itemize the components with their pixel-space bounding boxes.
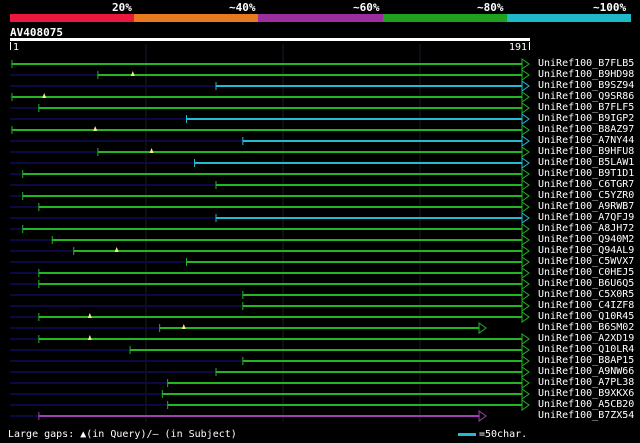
- hit-label[interactable]: UniRef100_Q10R45: [538, 311, 634, 322]
- hit-label[interactable]: UniRef100_A9RWB7: [538, 201, 634, 212]
- hit-end-arrow-icon: [521, 168, 530, 180]
- hit-end-arrow-icon: [521, 157, 530, 169]
- query-gap-marker-icon: [181, 324, 186, 329]
- hit-label[interactable]: UniRef100_C0HEJ5: [538, 267, 634, 278]
- hit-end-arrow-icon: [521, 113, 530, 125]
- hit-label[interactable]: UniRef100_C5X0R5: [538, 289, 634, 300]
- hit-label[interactable]: UniRef100_B9T1D1: [538, 168, 634, 179]
- hit-end-arrow-icon: [521, 58, 530, 70]
- hit-label[interactable]: UniRef100_B6SM02: [538, 322, 634, 333]
- hit-end-arrow-icon: [521, 399, 530, 411]
- query-gap-marker-icon: [130, 71, 135, 76]
- hit-label[interactable]: UniRef100_B9IGP2: [538, 113, 634, 124]
- hit-label[interactable]: UniRef100_A2XD19: [538, 333, 634, 344]
- hit-end-arrow-icon: [521, 69, 530, 81]
- hit-end-arrow-icon: [478, 322, 487, 334]
- query-gap-marker-icon: [87, 313, 92, 318]
- hit-label[interactable]: UniRef100_B8AP15: [538, 355, 634, 366]
- hit-label[interactable]: UniRef100_B5LAW1: [538, 157, 634, 168]
- hit-end-arrow-icon: [478, 410, 487, 422]
- hit-end-arrow-icon: [521, 245, 530, 257]
- hit-label[interactable]: UniRef100_B9HFU8: [538, 146, 634, 157]
- scale-label: =50char.: [479, 429, 528, 440]
- hit-label[interactable]: UniRef100_A5CB20: [538, 399, 634, 410]
- scale-line-icon: [458, 432, 476, 436]
- hit-label[interactable]: UniRef100_C6TGR7: [538, 179, 634, 190]
- hit-label[interactable]: UniRef100_C5YZR0: [538, 190, 634, 201]
- hit-end-arrow-icon: [521, 146, 530, 158]
- hit-end-arrow-icon: [521, 190, 530, 202]
- hit-label[interactable]: UniRef100_B8AZ97: [538, 124, 634, 135]
- hit-end-arrow-icon: [521, 267, 530, 279]
- hit-label[interactable]: UniRef100_A9NW66: [538, 366, 634, 377]
- query-gap-marker-icon: [149, 148, 154, 153]
- query-gap-marker-icon: [87, 335, 92, 340]
- hit-label[interactable]: UniRef100_Q940M2: [538, 234, 634, 245]
- hit-end-arrow-icon: [521, 91, 530, 103]
- hit-label[interactable]: UniRef100_Q10LR4: [538, 344, 634, 355]
- hit-label[interactable]: UniRef100_B9SZ94: [538, 80, 634, 91]
- hit-end-arrow-icon: [521, 212, 530, 224]
- hit-end-arrow-icon: [521, 179, 530, 191]
- hit-label[interactable]: UniRef100_Q9SR86: [538, 91, 634, 102]
- hit-end-arrow-icon: [521, 124, 530, 136]
- hit-end-arrow-icon: [521, 355, 530, 367]
- hit-end-arrow-icon: [521, 300, 530, 312]
- query-gap-marker-icon: [93, 126, 98, 131]
- hit-end-arrow-icon: [521, 223, 530, 235]
- hit-label[interactable]: UniRef100_B6U6Q5: [538, 278, 634, 289]
- hit-label[interactable]: UniRef100_A8JH72: [538, 223, 634, 234]
- hit-end-arrow-icon: [521, 102, 530, 114]
- hit-label[interactable]: UniRef100_B7ZX54: [538, 410, 634, 421]
- hit-label[interactable]: UniRef100_B7FLF5: [538, 102, 634, 113]
- hit-end-arrow-icon: [521, 278, 530, 290]
- query-gap-marker-icon: [114, 247, 119, 252]
- hit-label[interactable]: UniRef100_A7PL38: [538, 377, 634, 388]
- hit-label[interactable]: UniRef100_C4IZF8: [538, 300, 634, 311]
- hit-label[interactable]: UniRef100_B9HD98: [538, 69, 634, 80]
- hit-end-arrow-icon: [521, 234, 530, 246]
- hit-end-arrow-icon: [521, 289, 530, 301]
- hit-end-arrow-icon: [521, 333, 530, 345]
- hit-label[interactable]: UniRef100_Q94AL9: [538, 245, 634, 256]
- hit-end-arrow-icon: [521, 80, 530, 92]
- hit-label[interactable]: UniRef100_A7QFJ9: [538, 212, 634, 223]
- hit-end-arrow-icon: [521, 377, 530, 389]
- scale-legend: =50char.: [458, 429, 527, 440]
- hit-end-arrow-icon: [521, 201, 530, 213]
- hit-end-arrow-icon: [521, 311, 530, 323]
- query-gap-marker-icon: [42, 93, 47, 98]
- hit-end-arrow-icon: [521, 366, 530, 378]
- hit-end-arrow-icon: [521, 388, 530, 400]
- hit-label[interactable]: UniRef100_B9XKX6: [538, 388, 634, 399]
- hit-end-arrow-icon: [521, 344, 530, 356]
- large-gaps-legend: Large gaps: ▲(in Query)/– (in Subject): [8, 429, 237, 440]
- hit-end-arrow-icon: [521, 135, 530, 147]
- hit-label[interactable]: UniRef100_B7FLB5: [538, 58, 634, 69]
- hit-label[interactable]: UniRef100_C5WVX7: [538, 256, 634, 267]
- hit-label[interactable]: UniRef100_A7NY44: [538, 135, 634, 146]
- hit-end-arrow-icon: [521, 256, 530, 268]
